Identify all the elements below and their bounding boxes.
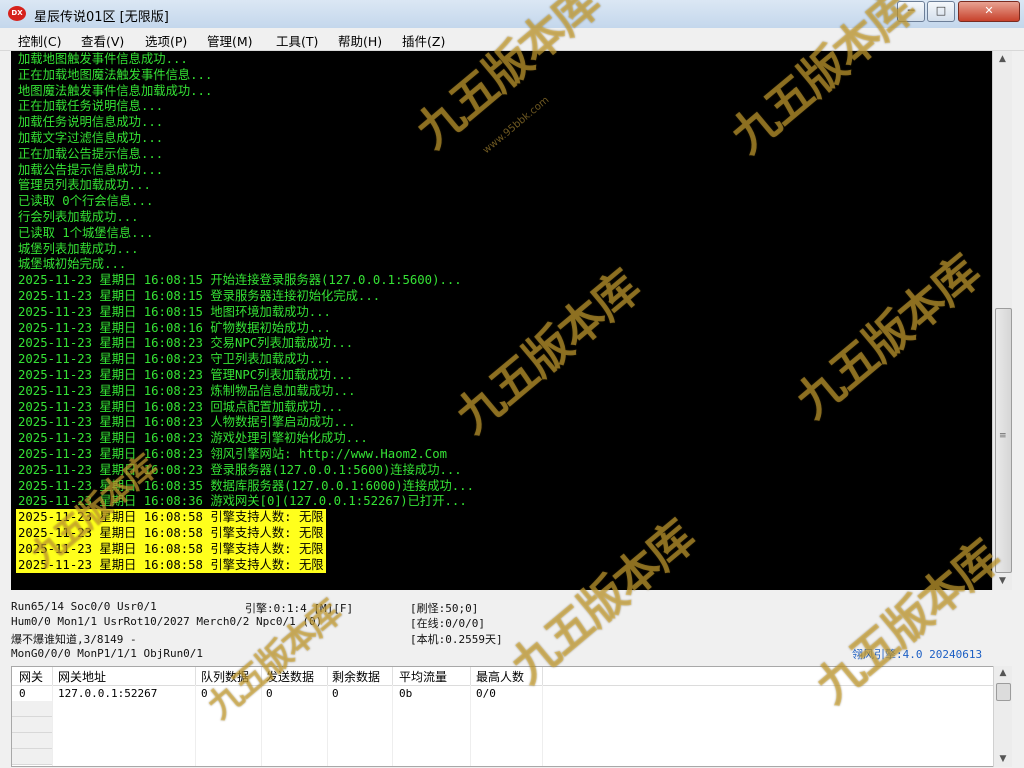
col-gateway-address[interactable]: 网关地址 — [58, 668, 106, 685]
cell-gateway: 0 — [19, 687, 26, 700]
scroll-up-arrow-icon[interactable]: ▲ — [993, 51, 1012, 68]
log-line: 正在加载任务说明信息... — [18, 99, 164, 114]
log-line-highlight: 2025-11-23 星期日 16:08:58 引擎支持人数: 无限 — [16, 509, 326, 526]
cell-queue: 0 — [201, 687, 208, 700]
col-avg-traffic[interactable]: 平均流量 — [399, 668, 447, 685]
log-line: 城堡列表加载成功... — [18, 241, 139, 256]
col-queue-data[interactable]: 队列数据 — [201, 668, 249, 685]
cell-send: 0 — [266, 687, 273, 700]
log-line: 2025-11-23 星期日 16:08:15 地图环境加载成功... — [18, 304, 331, 319]
log-line: 加载文字过滤信息成功... — [18, 131, 164, 145]
log-line: 2025-11-23 星期日 16:08:23 守卫列表加载成功... — [18, 352, 331, 367]
status-online: [在线:0/0/0] — [410, 617, 485, 630]
scroll-down-arrow-icon[interactable]: ▼ — [993, 573, 1012, 590]
title-bar: DX 星辰传说01区 [无限版] ─ □ ✕ — [0, 0, 1024, 29]
log-line: 2025-11-23 星期日 16:08:16 矿物数据初始成功... — [18, 320, 331, 335]
table-header: 网关 网关地址 队列数据 发送数据 剩余数据 平均流量 最高人数 — [12, 667, 994, 686]
scroll-thumb[interactable]: ≡ — [995, 308, 1012, 573]
minimize-button[interactable]: ─ — [897, 1, 925, 22]
log-line-highlight: 2025-11-23 星期日 16:08:58 引擎支持人数: 无限 — [16, 556, 326, 573]
app-icon: DX — [8, 6, 26, 21]
status-engine: 引擎:0:1:4 [M][F] — [245, 602, 354, 615]
log-console[interactable]: 加载地图触发事件信息成功... 正在加载地图魔法触发事件信息... 地图魔法触发事件… — [11, 51, 992, 590]
menu-plugins[interactable]: 插件(Z) — [402, 31, 445, 50]
col-send-data[interactable]: 发送数据 — [266, 668, 314, 685]
menu-manage[interactable]: 管理(M) — [207, 31, 253, 50]
log-line: 正在加载地图魔法触发事件信息... — [18, 67, 213, 82]
grip-icon: ≡ — [999, 431, 1007, 441]
cell-remaining: 0 — [332, 687, 339, 700]
log-line: 2025-11-23 星期日 16:08:23 交易NPC列表加载成功... — [18, 336, 354, 351]
log-line: 加载任务说明信息成功... — [18, 115, 164, 130]
menu-control[interactable]: 控制(C) — [18, 31, 61, 50]
log-line: 2025-11-23 星期日 16:08:35 数据库服务器(127.0.0.1… — [18, 478, 474, 493]
table-scrollbar[interactable]: ▲ ▼ — [993, 666, 1012, 767]
table-scroll-down-icon[interactable]: ▼ — [994, 752, 1012, 767]
log-scrollbar[interactable]: ▲ ≡ ▼ — [992, 51, 1012, 590]
log-line: 加载地图触发事件信息成功... — [18, 52, 188, 66]
gateway-table: 网关 网关地址 队列数据 发送数据 剩余数据 平均流量 最高人数 0 127.0… — [11, 666, 995, 767]
row-header-cell[interactable] — [12, 749, 52, 765]
log-line-highlight: 2025-11-23 星期日 16:08:58 引擎支持人数: 无限 — [16, 525, 326, 541]
log-line: 2025-11-23 星期日 16:08:15 登录服务器连接初始化完成... — [18, 289, 381, 303]
log-line: 2025-11-23 星期日 16:08:23 炼制物品信息加载成功... — [18, 383, 356, 398]
menu-bar: 控制(C) 查看(V) 选项(P) 管理(M) 工具(T) 帮助(H) 插件(Z… — [0, 28, 1024, 51]
status-drop: 爆不爆谁知道,3/8149 - — [11, 633, 137, 646]
log-line: 行会列表加载成功... — [18, 210, 139, 224]
close-button[interactable]: ✕ — [958, 1, 1020, 22]
server-window: DX 星辰传说01区 [无限版] ─ □ ✕ 控制(C) 查看(V) 选项(P)… — [0, 0, 1024, 768]
log-line: 已读取 0个行会信息... — [18, 194, 154, 209]
menu-options[interactable]: 选项(P) — [145, 31, 187, 50]
log-line: 2025-11-23 星期日 16:08:23 回城点配置加载成功... — [18, 399, 344, 414]
table-scroll-thumb[interactable] — [996, 683, 1011, 701]
table-scroll-up-icon[interactable]: ▲ — [994, 666, 1012, 681]
log-line: 2025-11-23 星期日 16:08:23 翎风引擎网站: http://w… — [18, 447, 448, 461]
log-line: 地图魔法触发事件信息加载成功... — [18, 83, 213, 98]
log-line: 2025-11-23 星期日 16:08:36 游戏网关[0](127.0.0.… — [18, 494, 467, 509]
row-header-cell[interactable] — [12, 733, 52, 749]
row-header-cell[interactable] — [12, 701, 52, 717]
menu-tools[interactable]: 工具(T) — [276, 31, 318, 50]
row-header-cell[interactable] — [12, 717, 52, 733]
cell-address: 127.0.0.1:52267 — [58, 687, 158, 700]
status-run: Run65/14 Soc0/0 Usr0/1 — [11, 600, 157, 613]
engine-version: 翎风引擎:4.0 20240613 — [852, 648, 983, 661]
cell-avg-traffic: 0b — [399, 687, 413, 700]
cell-max-users: 0/0 — [476, 687, 496, 700]
status-mon: MonG0/0/0 MonP1/1/1 ObjRun0/1 — [11, 647, 204, 660]
log-line-highlight: 2025-11-23 星期日 16:08:58 引擎支持人数: 无限 — [16, 540, 326, 557]
log-line: 正在加载公告提示信息... — [18, 146, 164, 161]
log-line: 城堡城初始完成... — [18, 257, 127, 272]
log-line: 2025-11-23 星期日 16:08:23 人物数据引擎启动成功... — [18, 415, 356, 430]
log-line: 2025-11-23 星期日 16:08:23 登录服务器(127.0.0.1:… — [18, 462, 462, 477]
status-local: [本机:0.2559天] — [410, 633, 503, 646]
log-line: 已读取 1个城堡信息... — [18, 225, 154, 240]
log-line: 2025-11-23 星期日 16:08:15 开始连接登录服务器(127.0.… — [18, 273, 462, 288]
col-remaining-data[interactable]: 剩余数据 — [332, 668, 380, 685]
menu-help[interactable]: 帮助(H) — [338, 31, 382, 50]
log-line: 2025-11-23 星期日 16:08:23 游戏处理引擎初始化成功... — [18, 431, 368, 446]
log-line: 加载公告提示信息成功... — [18, 162, 164, 177]
status-hum: Hum0/0 Mon1/1 UsrRot10/2027 Merch0/2 Npc… — [11, 615, 323, 628]
menu-view[interactable]: 查看(V) — [81, 31, 124, 50]
window-title: 星辰传说01区 [无限版] — [34, 10, 169, 25]
log-line: 2025-11-23 星期日 16:08:23 管理NPC列表加载成功... — [18, 368, 354, 382]
col-max-users[interactable]: 最高人数 — [476, 668, 524, 685]
col-gateway[interactable]: 网关 — [19, 668, 43, 685]
log-line: 管理员列表加载成功... — [18, 178, 151, 193]
status-refresh: [刷怪:50;0] — [410, 602, 479, 615]
maximize-button[interactable]: □ — [927, 1, 955, 22]
